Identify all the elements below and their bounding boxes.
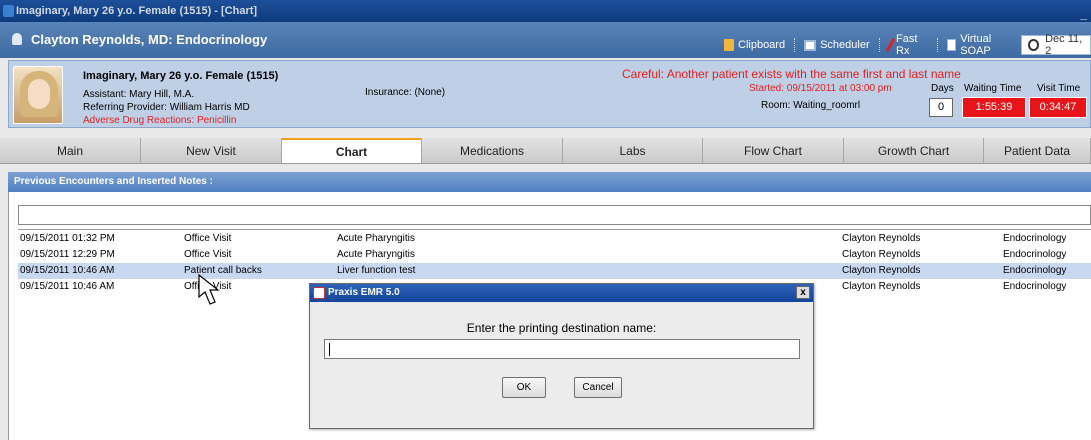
- encounter-date: 09/15/2011 01:32 PM: [20, 233, 115, 244]
- toolbar-separator: [937, 38, 939, 52]
- print-destination-dialog: Praxis EMR 5.0 x Enter the printing dest…: [309, 283, 814, 429]
- encounter-description: Acute Pharyngitis: [337, 233, 415, 244]
- fast-rx-label: Fast Rx: [896, 33, 918, 57]
- waiting-time-value: 1:55:39: [962, 97, 1026, 118]
- visit-time-value: 0:34:47: [1029, 97, 1087, 118]
- days-label: Days: [931, 83, 954, 94]
- provider-bar: Clayton Reynolds, MD: Endocrinology Clip…: [0, 22, 1091, 58]
- toolbar-separator: [878, 38, 880, 52]
- patient-photo: [13, 66, 63, 124]
- virtual-soap-button[interactable]: Virtual SOAP: [945, 31, 1017, 59]
- visit-time-label: Visit Time: [1037, 83, 1081, 94]
- provider-name: Clayton Reynolds, MD: Endocrinology: [31, 32, 268, 47]
- text-caret: [329, 343, 330, 356]
- encounter-provider: Clayton Reynolds: [842, 281, 921, 292]
- patient-room: Room: Waiting_roomrl: [761, 100, 861, 111]
- encounter-date: 09/15/2011 10:46 AM: [20, 281, 115, 292]
- visit-started: Started: 09/15/2011 at 03:00 pm: [749, 83, 892, 94]
- table-row-selected[interactable]: 09/15/2011 10:46 AM Patient call backs L…: [18, 263, 1091, 279]
- encounter-specialty: Endocrinology: [1003, 249, 1067, 260]
- document-icon: [947, 39, 957, 51]
- scheduler-button[interactable]: Scheduler: [802, 37, 872, 53]
- toolbar-separator: [794, 38, 796, 52]
- patient-assistant: Assistant: Mary Hill, M.A.: [83, 89, 195, 100]
- provider-person-icon: [12, 33, 22, 45]
- waiting-time-label: Waiting Time: [964, 83, 1022, 94]
- patient-name: Imaginary, Mary 26 y.o. Female (1515): [83, 70, 279, 82]
- dialog-title-bar: Praxis EMR 5.0 x: [310, 284, 813, 302]
- pen-icon: [885, 38, 896, 52]
- app-icon: [3, 5, 14, 17]
- table-row[interactable]: 09/15/2011 12:29 PM Office Visit Acute P…: [18, 247, 1091, 263]
- main-tabs: Main New Visit Chart Medications Labs Fl…: [0, 138, 1091, 164]
- encounter-type: Office Visit: [184, 249, 232, 260]
- mouse-cursor-icon: [198, 273, 220, 305]
- cancel-button[interactable]: Cancel: [574, 377, 622, 398]
- clock-icon: [1028, 39, 1040, 51]
- patient-header: Imaginary, Mary 26 y.o. Female (1515) As…: [8, 60, 1091, 128]
- tab-chart[interactable]: Chart: [282, 138, 422, 163]
- encounter-provider: Clayton Reynolds: [842, 233, 921, 244]
- scheduler-label: Scheduler: [820, 39, 870, 51]
- encounter-description: Liver function test: [337, 265, 416, 276]
- duplicate-patient-warning: Careful: Another patient exists with the…: [622, 67, 961, 81]
- virtual-soap-label: Virtual SOAP: [960, 33, 992, 57]
- tab-medications[interactable]: Medications: [422, 138, 563, 163]
- patient-referring-provider: Referring Provider: William Harris MD: [83, 102, 250, 113]
- list-divider: [18, 229, 1091, 230]
- tab-new-visit[interactable]: New Visit: [141, 138, 282, 163]
- tab-flow-chart[interactable]: Flow Chart: [703, 138, 844, 163]
- tab-patient-data[interactable]: Patient Data: [984, 138, 1091, 163]
- tab-main[interactable]: Main: [0, 138, 141, 163]
- encounters-section-header: Previous Encounters and Inserted Notes :: [8, 172, 1091, 192]
- dialog-title: Praxis EMR 5.0: [328, 287, 400, 298]
- current-date: Dec 11, 2: [1045, 33, 1083, 57]
- patient-adverse-reactions: Adverse Drug Reactions: Penicillin: [83, 115, 237, 126]
- encounter-provider: Clayton Reynolds: [842, 265, 921, 276]
- toolbar: Clipboard Scheduler Fast Rx Virtual SOAP…: [722, 31, 1091, 59]
- encounter-specialty: Endocrinology: [1003, 281, 1067, 292]
- encounter-specialty: Endocrinology: [1003, 265, 1067, 276]
- encounter-specialty: Endocrinology: [1003, 233, 1067, 244]
- fast-rx-button[interactable]: Fast Rx: [885, 31, 931, 59]
- ok-button[interactable]: OK: [502, 377, 546, 398]
- clipboard-icon: [724, 39, 734, 51]
- window-title: Imaginary, Mary 26 y.o. Female (1515) - …: [16, 5, 258, 17]
- printing-destination-input[interactable]: [324, 339, 800, 359]
- encounter-description: Acute Pharyngitis: [337, 249, 415, 260]
- encounter-type: Office Visit: [184, 233, 232, 244]
- encounter-date: 09/15/2011 12:29 PM: [20, 249, 115, 260]
- dialog-close-button[interactable]: x: [796, 286, 810, 299]
- patient-insurance: Insurance: (None): [365, 87, 446, 98]
- date-display[interactable]: Dec 11, 2: [1021, 33, 1091, 57]
- clipboard-label: Clipboard: [738, 39, 786, 51]
- tab-labs[interactable]: Labs: [563, 138, 703, 163]
- calendar-icon: [804, 39, 817, 51]
- window-title-bar: Imaginary, Mary 26 y.o. Female (1515) - …: [0, 0, 1091, 22]
- tab-growth-chart[interactable]: Growth Chart: [844, 138, 984, 163]
- table-row[interactable]: 09/15/2011 01:32 PM Office Visit Acute P…: [18, 231, 1091, 247]
- praxis-logo-icon: [313, 287, 325, 299]
- encounter-date: 09/15/2011 10:46 AM: [20, 265, 115, 276]
- encounters-filter-input[interactable]: [18, 205, 1091, 225]
- encounter-provider: Clayton Reynolds: [842, 249, 921, 260]
- dialog-prompt: Enter the printing destination name:: [466, 321, 657, 335]
- days-value: 0: [929, 98, 953, 117]
- clipboard-button[interactable]: Clipboard: [722, 37, 787, 53]
